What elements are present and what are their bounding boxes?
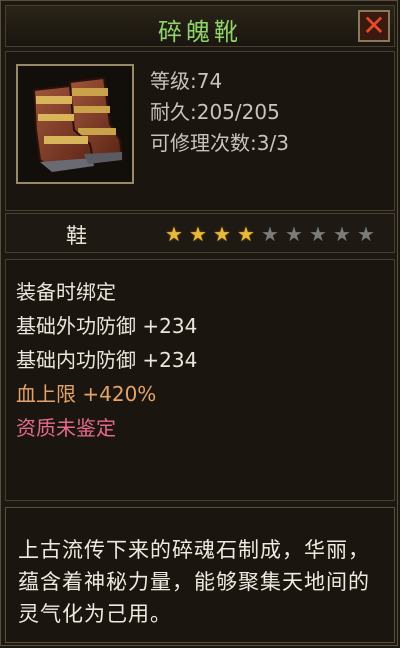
close-button[interactable]: ✕ <box>358 10 390 42</box>
item-description: 上古流传下来的碎魂石制成，华丽，蕴含着神秘力量，能够聚集天地间的灵气化为己用。 <box>18 538 370 626</box>
attribute-line: 资质未鉴定 <box>16 416 116 440</box>
star-empty-icon: ★ <box>261 222 279 246</box>
item-header: 等级:74 耐久:205/205 可修理次数:3/3 <box>5 51 395 211</box>
star-empty-icon: ★ <box>357 222 375 246</box>
star-empty-icon: ★ <box>285 222 303 246</box>
star-empty-icon: ★ <box>309 222 327 246</box>
boots-icon <box>18 66 132 182</box>
stat-level: 等级:74 <box>150 69 223 93</box>
star-empty-icon: ★ <box>333 222 351 246</box>
item-icon-frame <box>16 64 134 184</box>
attribute-line: 基础外功防御 +234 <box>16 314 198 338</box>
title-bar: 碎魄靴 ✕ <box>5 5 395 47</box>
stat-durability: 耐久:205/205 <box>150 100 280 124</box>
item-stats: 等级:74 耐久:205/205 可修理次数:3/3 <box>150 66 289 159</box>
star-filled-icon: ★ <box>189 222 207 246</box>
attribute-line: 基础内功防御 +234 <box>16 348 198 372</box>
item-title: 碎魄靴 <box>158 18 242 46</box>
star-filled-icon: ★ <box>213 222 231 246</box>
description-section: 上古流传下来的碎魂石制成，华丽，蕴含着神秘力量，能够聚集天地间的灵气化为己用。 <box>5 507 395 643</box>
item-type-row: 鞋 ★ ★ ★ ★ ★ ★ ★ ★ ★ <box>5 213 395 253</box>
star-filled-icon: ★ <box>237 222 255 246</box>
attribute-line: 血上限 +420% <box>16 382 157 406</box>
item-type: 鞋 <box>66 224 87 248</box>
attribute-line: 装备时绑定 <box>16 280 116 304</box>
star-filled-icon: ★ <box>165 222 183 246</box>
attributes-section: 装备时绑定基础外功防御 +234 基础内功防御 +234 血上限 +420% 资质未鉴… <box>5 259 395 501</box>
item-tooltip-panel: 碎魄靴 ✕ 等级:74 耐久:205/205 可修理次数:3/3 鞋 ★ ★ ★… <box>0 0 398 646</box>
star-rating: ★ ★ ★ ★ ★ ★ ★ ★ ★ <box>162 223 378 245</box>
stat-repair-count: 可修理次数:3/3 <box>150 131 289 155</box>
